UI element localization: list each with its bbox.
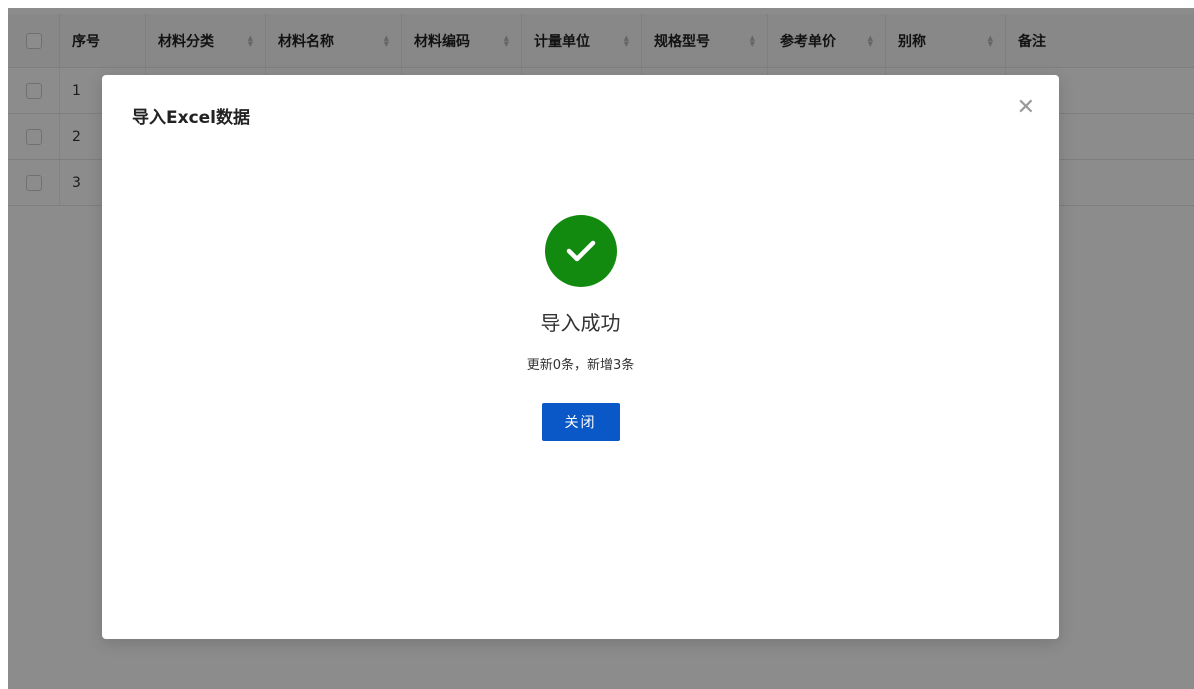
check-circle-icon (544, 215, 617, 287)
page: 序号 材料分类 ▲ ▼ 材料名称 ▲ ▼ 材料编码 ▲ ▼ 计量单位 ▲ ▼ 规格型号 ▲ ▼ 参考… (0, 0, 1194, 689)
result-title: 导入成功 (540, 311, 621, 335)
result-detail: 更新0条，新增3条 (526, 358, 635, 373)
dialog-title: 导入Excel数据 (132, 108, 251, 128)
import-result: 导入成功 更新0条，新增3条 关闭 (102, 215, 1059, 441)
close-icon[interactable]: ✕ (1017, 97, 1035, 119)
import-excel-dialog: 导入Excel数据 ✕ 导入成功 更新0条，新增3条 关闭 (102, 75, 1059, 639)
close-button[interactable]: 关闭 (541, 403, 620, 441)
